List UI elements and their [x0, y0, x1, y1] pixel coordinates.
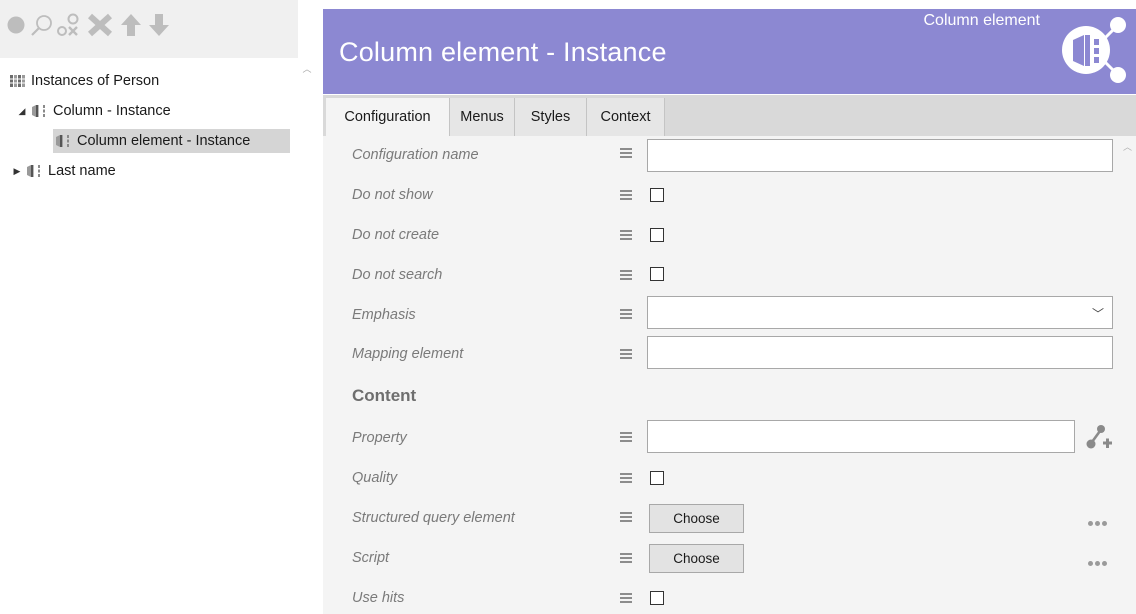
do-not-search-checkbox[interactable] [650, 267, 664, 281]
collapse-triangle-icon[interactable]: ◢ [17, 106, 27, 117]
tree-item-label: Instances of Person [31, 73, 160, 89]
find-replace-icon[interactable] [56, 10, 82, 40]
circle-icon[interactable] [6, 10, 26, 40]
quality-checkbox[interactable] [650, 471, 664, 485]
do-not-create-checkbox[interactable] [650, 228, 664, 242]
search-icon[interactable] [30, 10, 54, 40]
tree-item-label: Last name [48, 163, 116, 179]
add-property-icon[interactable] [1085, 423, 1113, 451]
tab-bar: Configuration Menus Styles Context [323, 95, 1136, 136]
do-not-show-label: Do not show [352, 187, 433, 203]
expand-triangle-icon[interactable]: ▶ [12, 166, 22, 177]
field-menu-icon[interactable] [620, 309, 632, 319]
page-title: Column element - Instance [339, 37, 667, 67]
toolbar [0, 0, 298, 58]
form-scroll-up-arrow[interactable]: ︿ [1123, 140, 1132, 153]
move-down-icon[interactable] [146, 10, 172, 40]
field-menu-icon[interactable] [620, 230, 632, 240]
use-hits-label: Use hits [352, 590, 405, 606]
configuration-name-label: Configuration name [352, 147, 479, 163]
element-type-label: Column element [923, 12, 1041, 29]
property-label: Property [352, 430, 407, 446]
mapping-element-label: Mapping element [352, 346, 464, 362]
tree-item-instances-of-person[interactable]: Instances of Person [10, 69, 159, 93]
app-window: Instances of Person ◢ Column - Instance [0, 0, 1136, 614]
field-menu-icon[interactable] [620, 553, 632, 563]
structured-query-element-label: Structured query element [352, 510, 515, 526]
left-pane: Instances of Person ◢ Column - Instance [0, 0, 298, 614]
content-section-heading: Content [352, 386, 417, 405]
tab-context[interactable]: Context [587, 98, 665, 136]
column-icon [26, 164, 44, 178]
field-menu-icon[interactable] [620, 148, 632, 158]
delete-icon[interactable] [85, 10, 115, 40]
do-not-create-label: Do not create [352, 227, 440, 243]
tree-item-label: Column - Instance [53, 103, 171, 119]
structured-query-choose-button[interactable]: Choose [649, 504, 744, 533]
tree-item-column-instance[interactable]: ◢ Column - Instance [17, 99, 171, 123]
field-menu-icon[interactable] [620, 593, 632, 603]
field-menu-icon[interactable] [620, 473, 632, 483]
field-menu-icon[interactable] [620, 349, 632, 359]
tree-item-label: Column element - Instance [77, 133, 251, 149]
field-menu-icon[interactable] [620, 190, 632, 200]
tab-configuration[interactable]: Configuration [326, 98, 450, 136]
configuration-name-input[interactable] [647, 139, 1113, 172]
use-hits-checkbox[interactable] [650, 591, 664, 605]
field-menu-icon[interactable] [620, 432, 632, 442]
emphasis-label: Emphasis [352, 307, 416, 323]
tab-menus[interactable]: Menus [450, 98, 515, 136]
chevron-down-icon: ﹀ [1091, 307, 1104, 321]
script-label: Script [352, 550, 390, 566]
field-menu-icon[interactable] [620, 512, 632, 522]
more-options-icon[interactable] [1088, 561, 1107, 566]
quality-label: Quality [352, 470, 398, 486]
column-icon [31, 104, 49, 118]
column-element-logo-icon [1062, 17, 1126, 83]
more-options-icon[interactable] [1088, 521, 1107, 526]
instances-icon [10, 74, 27, 88]
tree-scroll-up-arrow[interactable]: ︿ [300, 62, 314, 75]
tab-styles[interactable]: Styles [515, 98, 587, 136]
field-menu-icon[interactable] [620, 270, 632, 280]
emphasis-select[interactable]: ﹀ [647, 296, 1113, 329]
configuration-form: ︿ Configuration name Do not show Do not … [323, 136, 1136, 614]
do-not-show-checkbox[interactable] [650, 188, 664, 202]
mapping-element-input[interactable] [647, 336, 1113, 369]
script-choose-button[interactable]: Choose [649, 544, 744, 573]
property-input[interactable] [647, 420, 1075, 453]
column-element-icon [55, 134, 73, 148]
header: Column element - Instance Column element [323, 9, 1136, 94]
move-up-icon[interactable] [118, 10, 144, 40]
do-not-search-label: Do not search [352, 267, 443, 283]
tree-item-column-element-instance[interactable]: Column element - Instance [53, 129, 290, 153]
tree-item-last-name[interactable]: ▶ Last name [12, 159, 116, 183]
